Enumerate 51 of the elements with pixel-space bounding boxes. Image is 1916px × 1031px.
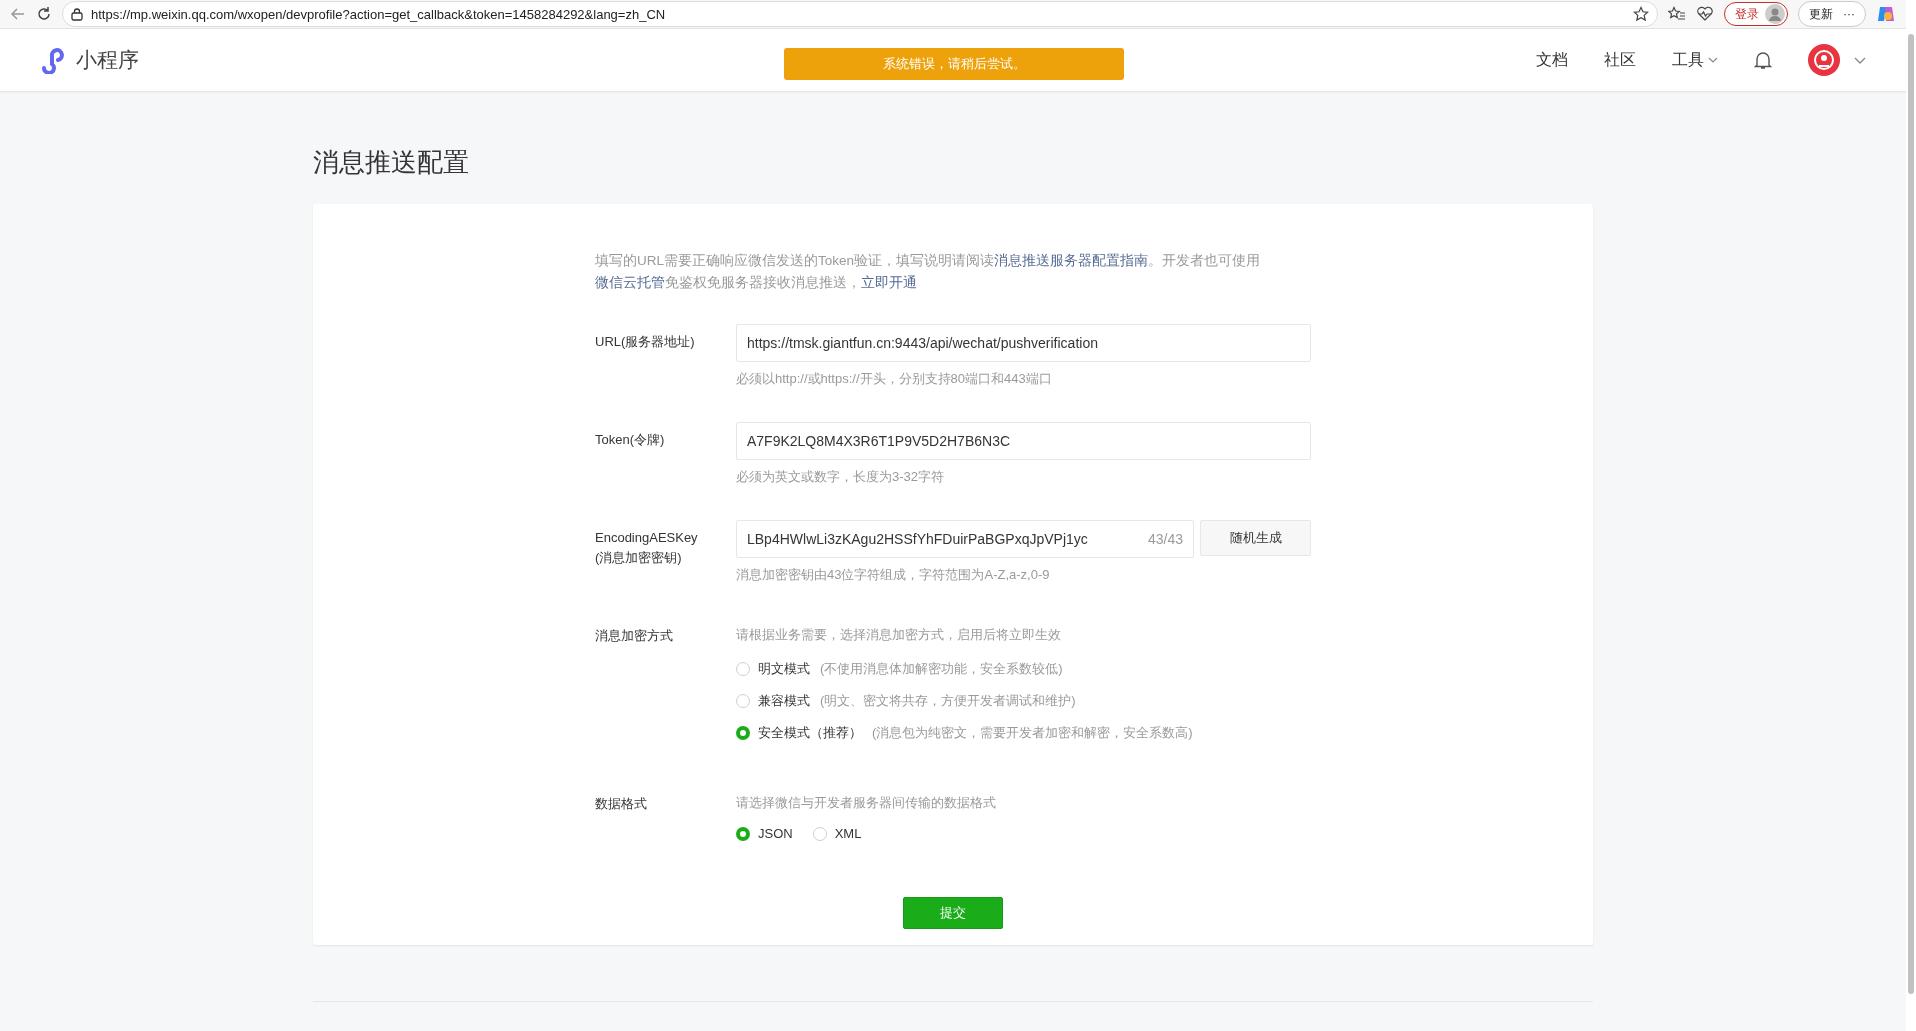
nav-link[interactable]: 文档 <box>1536 49 1568 71</box>
page-title: 消息推送配置 <box>313 146 470 179</box>
scrollbar[interactable] <box>1906 0 1916 1031</box>
logo-text: 小程序 <box>76 47 139 73</box>
guide-link[interactable]: 消息推送服务器配置指南 <box>994 253 1149 268</box>
field-label: 消息加密方式 <box>595 627 674 645</box>
field-hint: 请根据业务需要，选择消息加密方式，启用后将立即生效 <box>736 626 1062 644</box>
bell-icon[interactable] <box>1754 50 1772 70</box>
char-counter: 43/43 <box>1147 531 1183 547</box>
input-field[interactable]: A7F9K2LQ8M4X3R6T1P9V5D2H7B6N3C <box>736 422 1311 460</box>
radio-option[interactable]: 明文模式 <box>736 660 810 678</box>
caret-icon <box>1708 57 1718 63</box>
option-note: (不使用消息体加解密功能，安全系数较低) <box>820 660 1063 678</box>
heart-pulse-icon[interactable] <box>1696 6 1714 22</box>
input-field[interactable]: LBp4HWlwLi3zKAgu2HSSfYhFDuirPaBGPxqJpVPj1yc 43/43 <box>736 520 1194 558</box>
field-sublabel: (消息加密密钥) <box>595 549 683 567</box>
address-bar[interactable]: https://mp.weixin.qq.com/wxopen/devprofile?action=get_callback&token=1458284292&lang=zh_CN <box>62 1 1658 27</box>
field-label: 数据格式 <box>595 795 648 813</box>
field-hint: 必须为英文或数字，长度为3-32字符 <box>736 468 946 486</box>
star-icon[interactable] <box>1633 6 1649 22</box>
radio-option[interactable]: JSON <box>736 826 793 841</box>
field-hint: 必须以http://或https://开头，分别支持80端口和443端口 <box>736 370 1053 388</box>
copilot-icon[interactable] <box>1876 4 1896 24</box>
caret-icon[interactable] <box>1854 56 1866 64</box>
error-banner: 系统错误，请稍后尝试。 <box>784 48 1124 80</box>
field-label: EncodingAESKey <box>595 529 699 547</box>
update-button[interactable]: 更新 ··· <box>1798 1 1866 27</box>
more-button[interactable]: ··· <box>1843 7 1855 21</box>
avatar-icon[interactable] <box>1808 44 1840 76</box>
login-button[interactable]: 登录 <box>1724 2 1788 26</box>
field-label: Token(令牌) <box>595 431 666 449</box>
input-field[interactable]: https://tmsk.giantfun.cn:9443/api/wechat/pushverification <box>736 324 1311 362</box>
back-icon[interactable] <box>10 6 26 22</box>
description-text: 填写的URL需要正确响应微信发送的Token验证，填写说明请阅读消息推送服务器配置指南。开发者也可使用 微信云托管免鉴权免服务器接收消息推送，立即开通 <box>595 252 1262 292</box>
radio-option[interactable]: XML <box>812 826 862 841</box>
generate-button[interactable]: 随机生成 <box>1200 520 1311 556</box>
guide-link[interactable]: 微信云托管 <box>595 275 665 290</box>
field-hint: 消息加密密钥由43位字符组成，字符范围为A-Z,a-z,0-9 <box>736 566 1051 584</box>
field-label: URL(服务器地址) <box>595 333 696 351</box>
lock-icon <box>71 7 83 21</box>
option-note: (消息包为纯密文，需要开发者加密和解密，安全系数高) <box>872 724 1193 742</box>
radio-option[interactable]: 兼容模式 <box>736 692 810 710</box>
avatar-icon <box>1765 4 1785 24</box>
nav-link[interactable]: 社区 <box>1604 49 1636 71</box>
favorites-icon[interactable] <box>1668 6 1686 22</box>
nav-link[interactable]: 工具 <box>1672 49 1718 71</box>
field-hint: 请选择微信与开发者服务器间传输的数据格式 <box>736 794 997 812</box>
guide-link[interactable]: 立即开通 <box>861 275 917 290</box>
refresh-icon[interactable] <box>36 6 52 22</box>
option-note: (明文、密文将共存，方便开发者调试和维护) <box>820 692 1076 710</box>
radio-option[interactable]: 安全模式（推荐） <box>736 724 862 742</box>
